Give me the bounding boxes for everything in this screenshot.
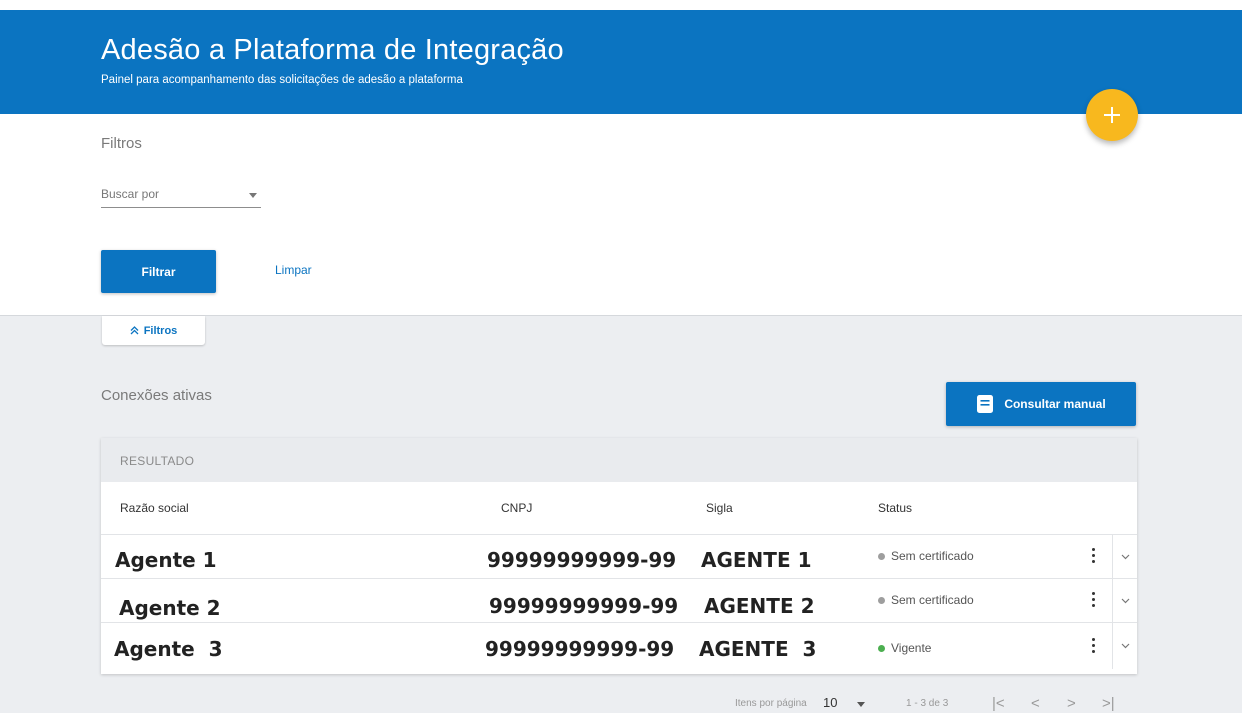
results-table: RESULTADO Razão social CNPJ Sigla Status… (101, 438, 1137, 674)
consult-manual-label: Consultar manual (1004, 397, 1106, 411)
items-per-page-label: Itens por página (735, 698, 807, 709)
filter-button[interactable]: Filtrar (101, 250, 216, 293)
page-title: Adesão a Plataforma de Integração (101, 34, 564, 66)
chevron-down-icon (1121, 554, 1129, 560)
column-header-razao-social[interactable]: Razão social (120, 501, 189, 515)
toggle-filters-tab[interactable]: Filtros (102, 316, 205, 345)
status-dot-icon (878, 552, 885, 560)
search-by-select[interactable]: Buscar por (101, 184, 261, 208)
toggle-filters-label: Filtros (143, 324, 178, 337)
next-page-button[interactable]: > (1067, 695, 1076, 712)
row-expand-button[interactable] (1112, 623, 1137, 669)
filters-title: Filtros (101, 135, 142, 152)
book-icon (977, 395, 994, 413)
table-row[interactable]: Agente 3 99999999999-99 AGENTE 3 Vigente (101, 622, 1137, 669)
status-dot-icon (878, 596, 885, 604)
column-header-status[interactable]: Status (878, 501, 912, 515)
active-connections-title: Conexões ativas (101, 387, 212, 404)
more-vertical-icon (1087, 638, 1099, 653)
column-header-sigla[interactable]: Sigla (706, 501, 733, 515)
results-label: RESULTADO (120, 454, 195, 468)
results-header: RESULTADO (101, 438, 1137, 482)
status-label: Vigente (891, 641, 932, 655)
more-vertical-icon (1087, 592, 1099, 607)
chevron-down-icon (1121, 598, 1129, 604)
caret-down-icon (249, 193, 257, 198)
first-page-button[interactable]: |< (992, 695, 1005, 712)
add-button[interactable] (1086, 89, 1138, 141)
column-header-cnpj[interactable]: CNPJ (501, 501, 532, 515)
row-menu-button[interactable] (1087, 589, 1099, 611)
cnpj-cell: 99999999999-99 (487, 548, 677, 572)
last-page-button[interactable]: >| (1102, 695, 1115, 712)
filters-panel: Filtros Buscar por Filtrar Limpar (0, 114, 1242, 316)
status-label: Sem certificado (891, 593, 974, 607)
top-strip (0, 0, 1242, 10)
row-expand-button[interactable] (1112, 579, 1137, 623)
table-row[interactable]: Agente 1 99999999999-99 AGENTE 1 Sem cer… (101, 534, 1137, 579)
page-subtitle: Painel para acompanhamento das solicitaç… (101, 74, 463, 86)
sigla-cell: AGENTE 1 (701, 548, 812, 572)
cnpj-cell: 99999999999-99 (485, 637, 675, 661)
status-badge: Sem certificado (878, 549, 974, 563)
previous-page-button[interactable]: < (1031, 695, 1040, 712)
more-vertical-icon (1087, 548, 1099, 563)
caret-down-icon[interactable] (857, 702, 865, 707)
items-per-page-select[interactable]: 10 (823, 695, 837, 710)
row-menu-button[interactable] (1087, 545, 1099, 567)
razao-social-cell: Agente 3 (114, 637, 223, 661)
row-menu-button[interactable] (1087, 635, 1099, 657)
table-row[interactable]: Agente 2 99999999999-99 AGENTE 2 Sem cer… (101, 578, 1137, 623)
consult-manual-button[interactable]: Consultar manual (946, 382, 1136, 426)
pagination: Itens por página 10 1 - 3 de 3 |< < > >| (0, 690, 1242, 712)
razao-social-cell: Agente 2 (119, 596, 221, 620)
razao-social-cell: Agente 1 (115, 548, 217, 572)
status-label: Sem certificado (891, 549, 974, 563)
chevron-down-icon (1121, 643, 1129, 649)
clear-button[interactable]: Limpar (275, 263, 312, 277)
page-header: Adesão a Plataforma de Integração Painel… (0, 10, 1242, 114)
double-chevron-up-icon (130, 326, 139, 335)
search-by-label: Buscar por (101, 187, 160, 201)
plus-icon (1104, 107, 1120, 123)
status-badge: Vigente (878, 641, 931, 655)
status-badge: Sem certificado (878, 593, 974, 607)
sigla-cell: AGENTE 2 (704, 594, 815, 618)
status-dot-icon (878, 644, 885, 652)
page-range: 1 - 3 de 3 (906, 698, 949, 709)
cnpj-cell: 99999999999-99 (489, 594, 679, 618)
sigla-cell: AGENTE 3 (699, 637, 817, 661)
row-expand-button[interactable] (1112, 535, 1137, 579)
